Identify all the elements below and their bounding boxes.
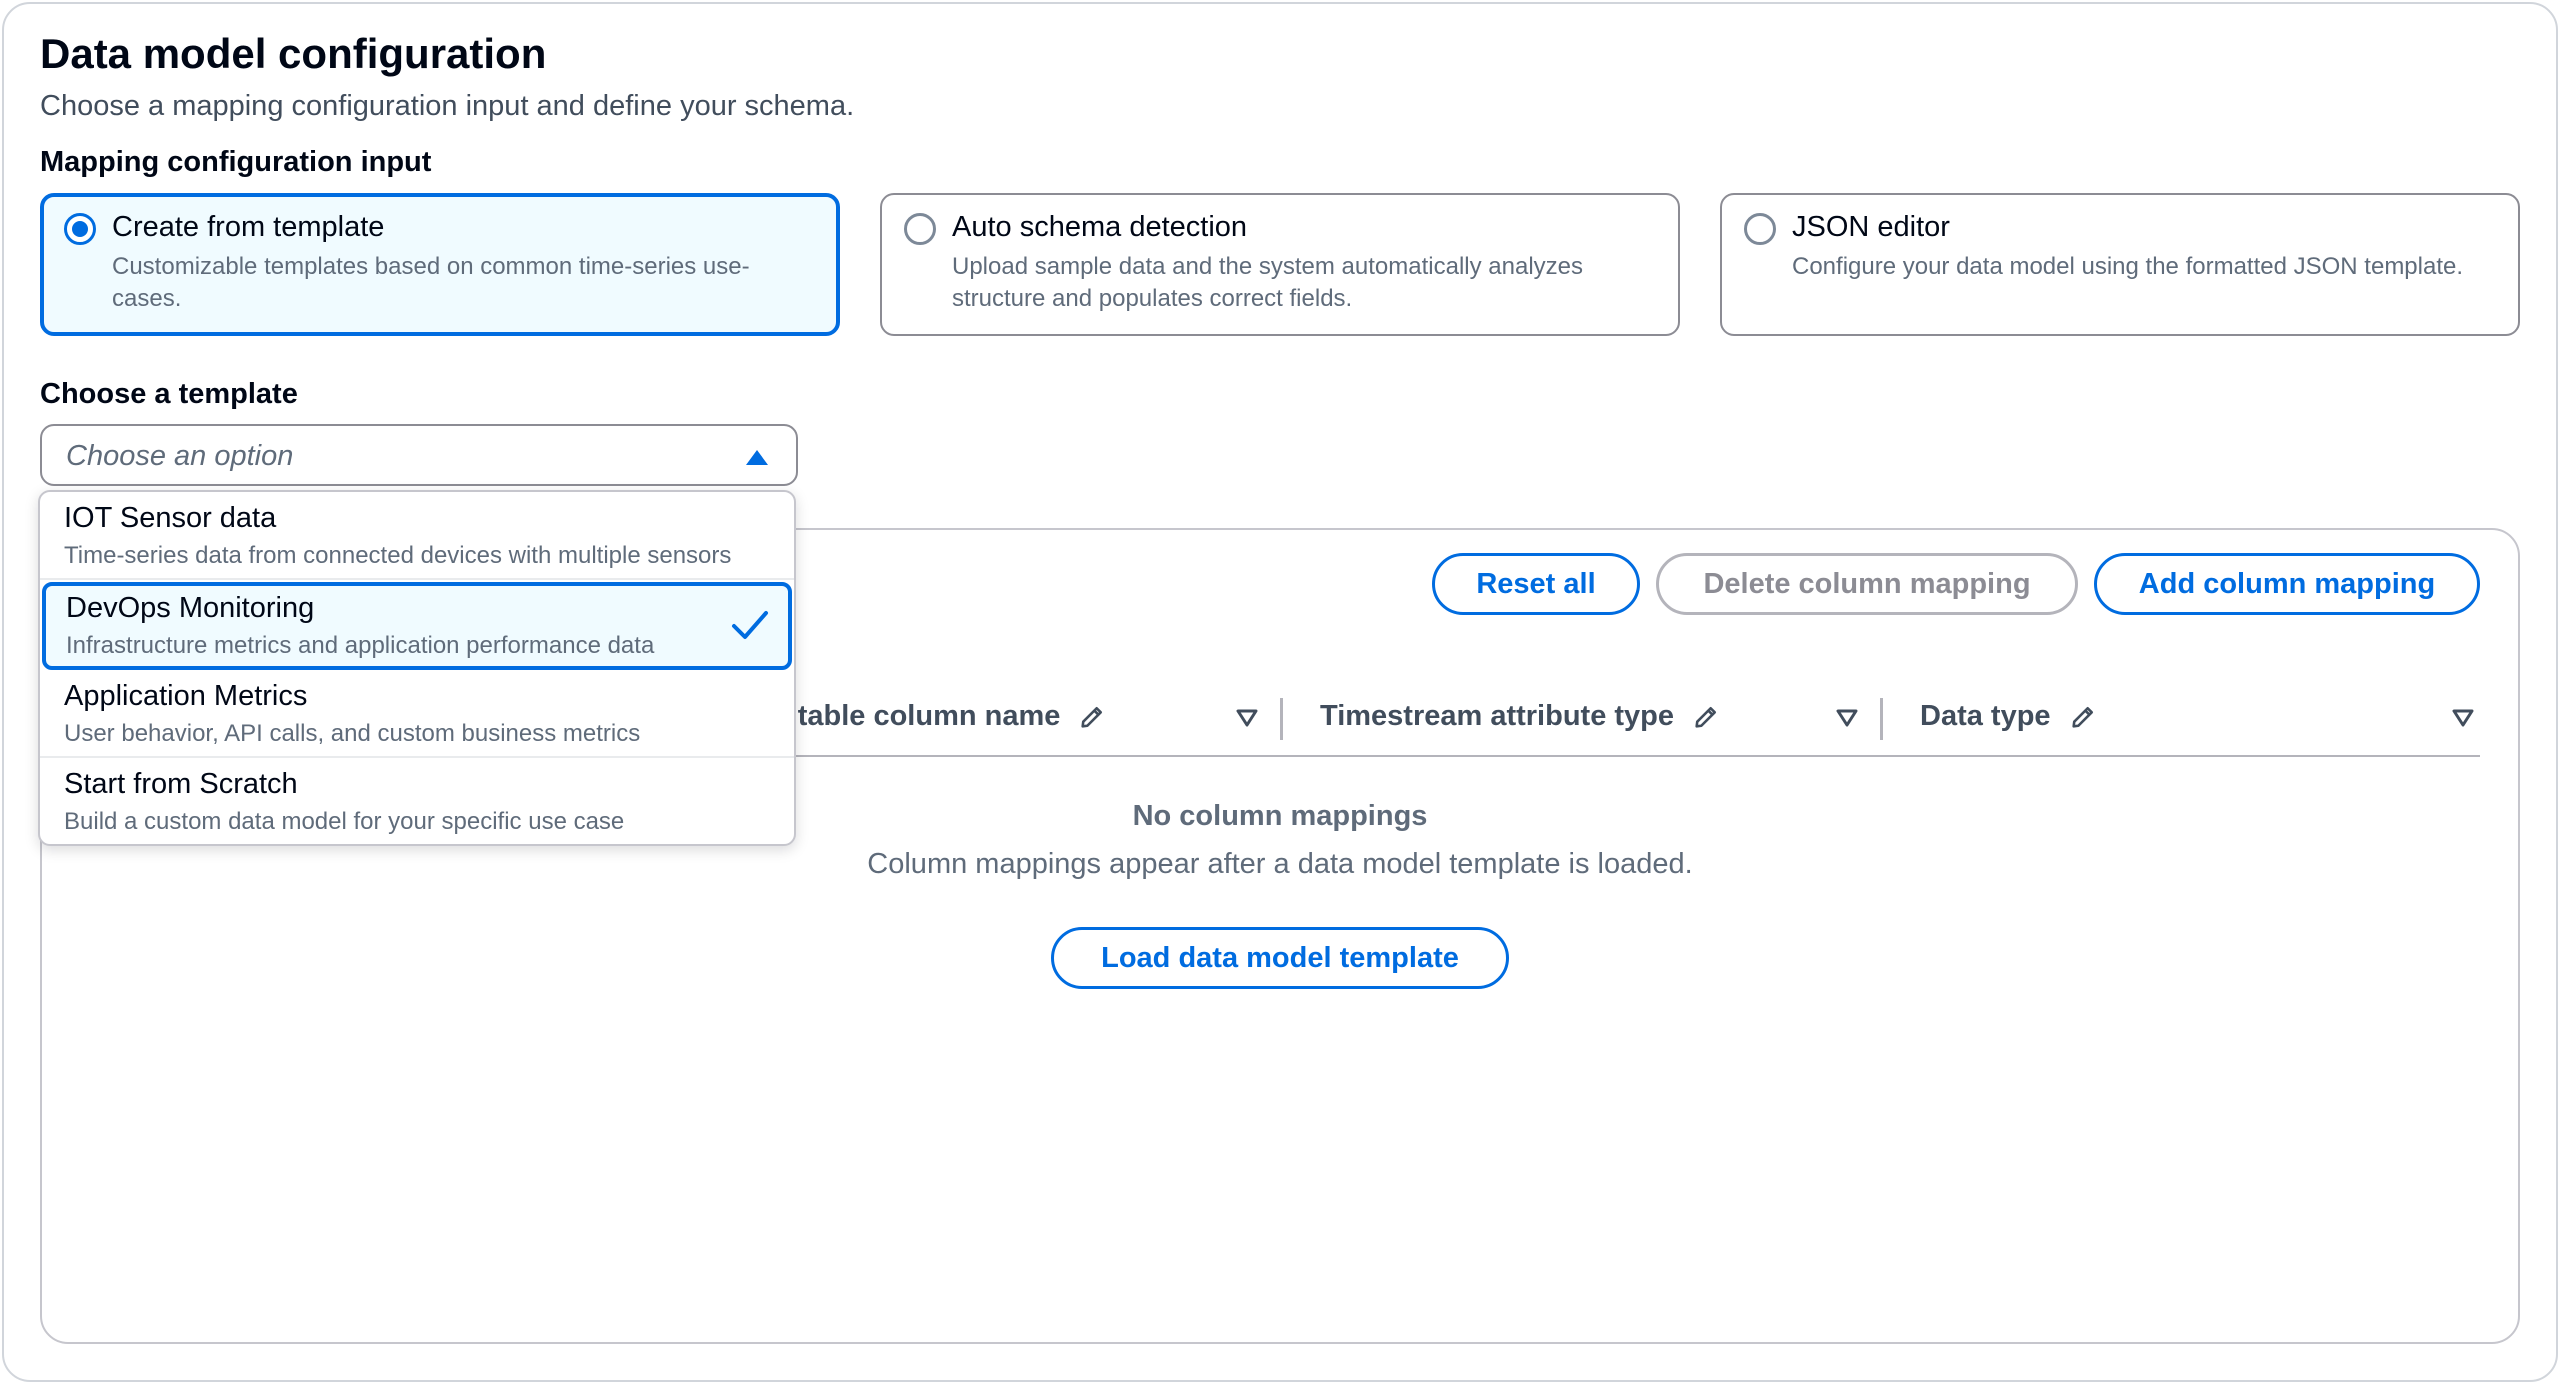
page-subtitle: Choose a mapping configuration input and… (40, 90, 855, 122)
dropdown-option-application-metrics[interactable]: Application Metrics User behavior, API c… (40, 670, 794, 758)
tile-create-from-template[interactable]: Create from template Customizable templa… (40, 193, 840, 336)
option-label: Application Metrics (64, 680, 308, 712)
add-column-mapping-button[interactable]: Add column mapping (2094, 553, 2480, 615)
template-dropdown-list: IOT Sensor data Time-series data from co… (38, 490, 796, 846)
mapping-input-label: Mapping configuration input (40, 146, 432, 178)
option-description: Time-series data from connected devices … (64, 542, 732, 569)
checkmark-icon (732, 611, 768, 639)
radio-selected-icon[interactable] (64, 213, 96, 245)
sort-icon[interactable] (1836, 708, 1858, 728)
sort-icon[interactable] (2452, 708, 2474, 728)
tile-json-editor[interactable]: JSON editor Configure your data model us… (1720, 193, 2520, 336)
column-divider[interactable] (1880, 698, 1883, 740)
column-header-data-type[interactable]: Data type (1920, 700, 2097, 733)
option-label: Start from Scratch (64, 768, 298, 800)
choose-template-label: Choose a template (40, 378, 298, 410)
tile-description: Upload sample data and the system automa… (952, 253, 1584, 312)
pencil-icon[interactable] (2069, 703, 2097, 731)
option-label: IOT Sensor data (64, 502, 277, 534)
dropdown-option-start-from-scratch[interactable]: Start from Scratch Build a custom data m… (40, 758, 794, 846)
pencil-icon[interactable] (1692, 703, 1720, 731)
radio-unselected-icon[interactable] (904, 213, 936, 245)
column-divider[interactable] (1280, 698, 1283, 740)
sort-icon[interactable] (1236, 708, 1258, 728)
reset-all-button[interactable]: Reset all (1432, 553, 1640, 615)
tile-label: Create from template (112, 211, 385, 243)
option-description: User behavior, API calls, and custom bus… (64, 720, 641, 747)
radio-unselected-icon[interactable] (1744, 213, 1776, 245)
pencil-icon[interactable] (1078, 703, 1106, 731)
dropdown-option-iot-sensor-data[interactable]: IOT Sensor data Time-series data from co… (40, 492, 794, 580)
tile-label: JSON editor (1792, 211, 1950, 243)
tile-auto-schema-detection[interactable]: Auto schema detection Upload sample data… (880, 193, 1680, 336)
column-header-timestream-attribute-type[interactable]: Timestream attribute type (1320, 700, 1720, 733)
tile-label: Auto schema detection (952, 211, 1248, 243)
option-description: Infrastructure metrics and application p… (66, 632, 655, 659)
option-description: Build a custom data model for your speci… (64, 808, 625, 835)
load-data-model-template-button[interactable]: Load data model template (1051, 927, 1509, 989)
tile-description: Configure your data model using the form… (1792, 253, 2464, 280)
template-select[interactable]: Choose an option (40, 424, 798, 486)
select-placeholder: Choose an option (66, 440, 294, 472)
caret-up-icon[interactable] (746, 450, 768, 465)
tile-description: Customizable templates based on common t… (112, 253, 750, 312)
column-header-table-column-name[interactable]: t table column name (780, 700, 1106, 733)
empty-state-description: Column mappings appear after a data mode… (867, 848, 1693, 880)
option-label: DevOps Monitoring (66, 592, 315, 624)
page-title: Data model configuration (40, 30, 547, 77)
dropdown-option-devops-monitoring[interactable]: DevOps Monitoring Infrastructure metrics… (42, 582, 792, 670)
delete-column-mapping-button[interactable]: Delete column mapping (1656, 553, 2078, 615)
